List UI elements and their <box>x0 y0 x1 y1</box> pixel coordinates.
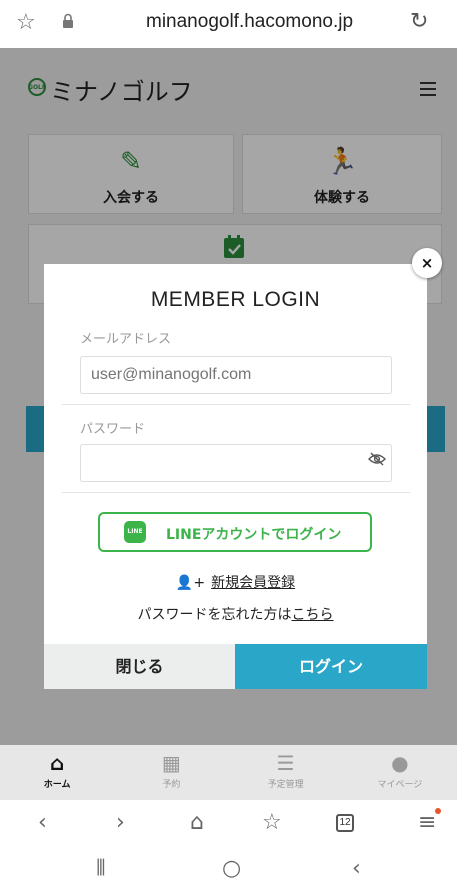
tabs-icon[interactable]: 12 <box>336 814 354 832</box>
forgot-password-text: パスワードを忘れた方は <box>137 607 292 623</box>
close-icon[interactable]: × <box>412 248 442 278</box>
user-icon: ● <box>391 751 409 775</box>
forgot-password-row: パスワードを忘れた方はこちら <box>44 604 427 624</box>
close-button[interactable]: 閉じる <box>44 644 235 689</box>
email-field[interactable] <box>80 356 392 394</box>
android-nav-bar: ⦀ ○ ‹ <box>0 848 457 893</box>
list-icon: ☰ <box>276 751 295 775</box>
email-label: メールアドレス <box>80 332 172 347</box>
nav-reserve-label: 予約 <box>162 780 181 790</box>
nav-mypage-label: マイページ <box>377 780 423 790</box>
modal-title: MEMBER LOGIN <box>150 288 321 311</box>
calendar-icon: ▦ <box>161 751 181 775</box>
divider <box>62 404 410 405</box>
home-icon: ⌂ <box>49 751 65 775</box>
nav-home-label: ホーム <box>43 780 71 790</box>
notification-dot <box>435 808 441 814</box>
nav-reserve[interactable]: ▦ 予約 <box>114 745 228 800</box>
line-login-label: LINEアカウントでログイン <box>166 527 342 543</box>
android-back-icon[interactable]: ‹ <box>352 856 361 881</box>
password-field[interactable] <box>80 444 392 482</box>
login-modal: MEMBER LOGIN メールアドレス パスワード LINE LINEアカウン… <box>44 264 427 689</box>
bottom-nav: ⌂ ホーム ▦ 予約 ☰ 予定管理 ● マイページ <box>0 745 457 800</box>
browser-menu-icon[interactable]: ≡ <box>418 810 436 835</box>
url-text[interactable]: minanogolf.hacomono.jp <box>146 11 353 33</box>
bookmark-star-icon[interactable]: ☆ <box>16 10 36 35</box>
bookmarks-icon[interactable]: ☆ <box>262 810 282 835</box>
forgot-password-link[interactable]: こちら <box>292 607 334 623</box>
password-label: パスワード <box>80 422 146 437</box>
nav-home[interactable]: ⌂ ホーム <box>0 745 114 800</box>
android-home-icon[interactable]: ○ <box>222 856 241 881</box>
back-icon[interactable]: ‹ <box>38 810 47 835</box>
lock-icon <box>63 13 73 28</box>
reload-icon[interactable]: ↻ <box>410 9 428 34</box>
register-row: 👤+ 新規会員登録 <box>44 572 427 592</box>
forward-icon[interactable]: › <box>116 810 125 835</box>
recent-apps-icon[interactable]: ⦀ <box>96 856 106 881</box>
divider <box>62 492 410 493</box>
nav-schedule[interactable]: ☰ 予定管理 <box>229 745 343 800</box>
browser-url-bar: ☆ minanogolf.hacomono.jp ↻ <box>0 0 457 48</box>
eye-slash-icon[interactable] <box>368 452 386 466</box>
register-link[interactable]: 新規会員登録 <box>211 575 295 591</box>
add-user-icon: 👤+ <box>175 575 206 591</box>
nav-mypage[interactable]: ● マイページ <box>343 745 457 800</box>
nav-schedule-label: 予定管理 <box>267 780 304 790</box>
login-button[interactable]: ログイン <box>235 644 427 689</box>
line-logo-icon: LINE <box>124 521 146 543</box>
home-browser-icon[interactable]: ⌂ <box>190 810 204 835</box>
line-login-button[interactable]: LINE LINEアカウントでログイン <box>98 512 372 552</box>
browser-toolbar: ‹ › ⌂ ☆ ≡ <box>0 800 457 848</box>
